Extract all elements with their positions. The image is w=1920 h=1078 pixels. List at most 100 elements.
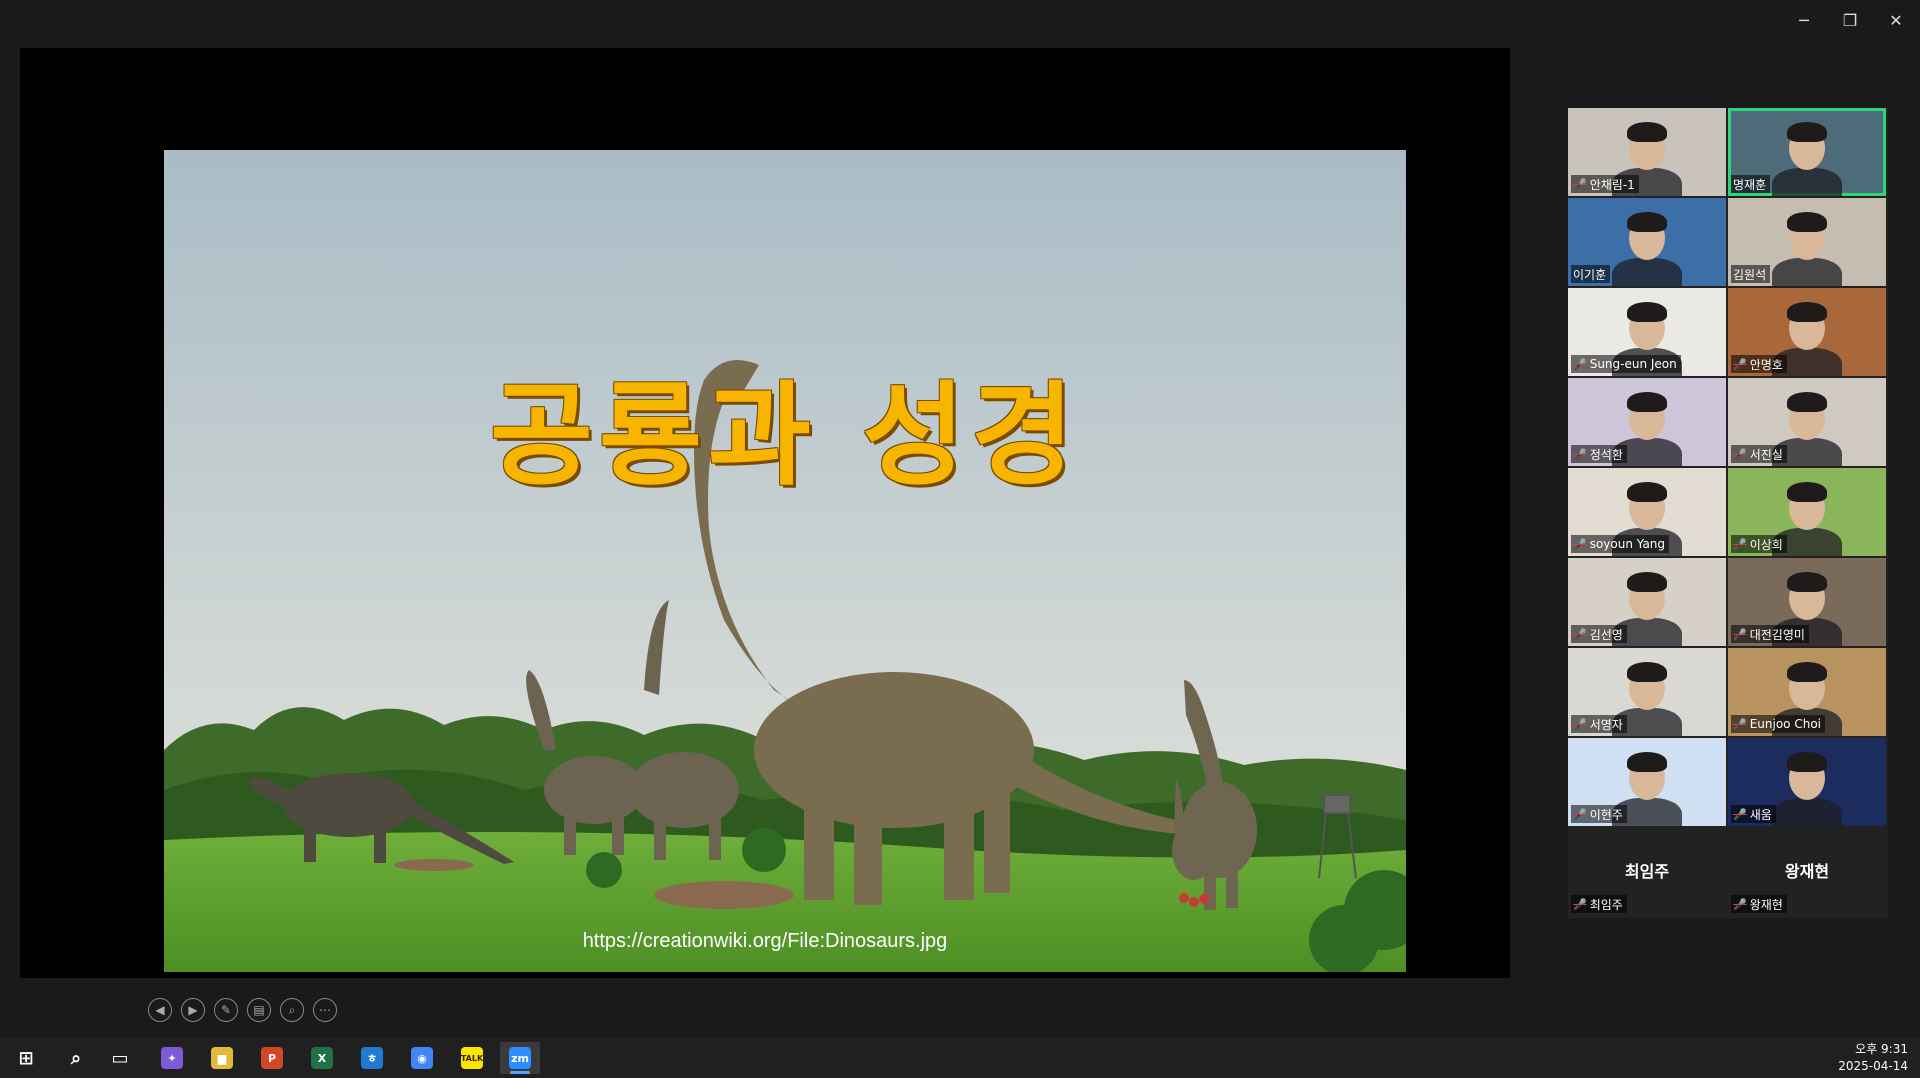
participant-name-label: 이기훈 [1571, 265, 1611, 283]
previous-slide-button[interactable]: ◀ [148, 998, 172, 1022]
participant-video-body [1772, 168, 1842, 196]
participant-name-label: 🎤 이현주 [1571, 805, 1627, 823]
participant-video-hair [1787, 482, 1827, 502]
pen-icon: ✎ [220, 1003, 232, 1017]
participant-tile[interactable]: 🎤 이현주 [1568, 738, 1726, 826]
muted-mic-icon: 🎤 [1733, 897, 1747, 911]
participant-tile[interactable]: 🎤 이상희 [1728, 468, 1886, 556]
ellipsis-icon: ⋯ [319, 1003, 331, 1017]
muted-mic-icon: 🎤 [1573, 447, 1587, 461]
muted-mic-icon: 🎤 [1573, 177, 1587, 191]
file-explorer-taskbar-button[interactable]: ▆ [202, 1042, 242, 1074]
participant-video-body [1772, 798, 1842, 826]
muted-mic-icon: 🎤 [1573, 807, 1587, 821]
task-view-taskbar-button[interactable]: ▭ [100, 1042, 140, 1074]
participant-name-label: 🎤 서영자 [1571, 715, 1627, 733]
participant-video-body [1772, 258, 1842, 286]
close-button[interactable]: ✕ [1876, 6, 1916, 34]
participant-name-label: 🎤 soyoun Yang [1571, 535, 1670, 553]
annotate-pen-button[interactable]: ✎ [214, 998, 238, 1022]
close-icon: ✕ [1889, 10, 1903, 30]
participant-video-hair [1627, 392, 1667, 412]
active-app-indicator [510, 1071, 530, 1074]
restore-button[interactable]: ❐ [1830, 6, 1870, 34]
slide-overview-button[interactable]: ▤ [247, 998, 271, 1022]
powerpoint-taskbar-button[interactable]: P [252, 1042, 292, 1074]
chrome-icon: ◉ [411, 1047, 433, 1069]
muted-mic-icon: 🎤 [1733, 717, 1747, 731]
participant-name: 이상희 [1749, 537, 1783, 552]
participant-video-hair [1787, 392, 1827, 412]
start-taskbar-button[interactable]: ⊞ [6, 1042, 46, 1074]
participant-display-name: 왕재현 [1784, 862, 1830, 881]
participant-tile[interactable]: 🎤 대전김영미 [1728, 558, 1886, 646]
windows-taskbar: 오후 9:31 2025-04-14 ⊞ ⌕ ▭ ✦ ▆ P X ㅎ ◉ TALK zm [0, 1038, 1920, 1078]
participant-tile[interactable]: 🎤 안명호 [1728, 288, 1886, 376]
participant-tile[interactable]: 🎤 soyoun Yang [1568, 468, 1726, 556]
participant-video-hair [1787, 662, 1827, 682]
muted-mic-icon: 🎤 [1733, 447, 1747, 461]
dinosaur-park-photo [164, 150, 1406, 972]
participant-gallery: 🎤 안채림-1 명재훈 이기훈 김원석 🎤 Sung-eun Jeon 🎤 안명호 🎤 정석환 🎤 서진… [1568, 108, 1888, 918]
participant-name: 왕재현 [1749, 897, 1783, 912]
slides-icon: ▤ [253, 1003, 265, 1017]
participant-name-label: 🎤 Sung-eun Jeon [1571, 355, 1681, 373]
participant-tile[interactable]: 🎤 Sung-eun Jeon [1568, 288, 1726, 376]
system-clock[interactable]: 오후 9:31 2025-04-14 [1838, 1041, 1908, 1075]
participant-tile[interactable]: 🎤 새움 [1728, 738, 1886, 826]
participant-tile[interactable]: 왕재현 🎤 왕재현 [1728, 828, 1886, 916]
participant-name-label: 🎤 이상희 [1731, 535, 1787, 553]
shared-screen: 공룡과 성경 https://creationwiki.org/File:Din… [20, 48, 1510, 1022]
presentation-slide: 공룡과 성경 [164, 150, 1406, 972]
participant-name-label: 🎤 김선영 [1571, 625, 1627, 643]
chrome-taskbar-button[interactable]: ◉ [402, 1042, 442, 1074]
magnifier-icon: ⌕ [288, 1002, 296, 1017]
clock-date: 2025-04-14 [1838, 1059, 1908, 1073]
participant-name-label: 🎤 대전김영미 [1731, 625, 1809, 643]
participant-name-label: 🎤 Eunjoo Choi [1731, 715, 1825, 733]
participant-name: 대전김영미 [1749, 627, 1805, 642]
copilot-taskbar-button[interactable]: ✦ [152, 1042, 192, 1074]
participant-name-label: 🎤 새움 [1731, 805, 1776, 823]
participant-tile[interactable]: 🎤 정석환 [1568, 378, 1726, 466]
zoom-button[interactable]: ⌕ [280, 998, 304, 1022]
participant-tile[interactable]: 이기훈 [1568, 198, 1726, 286]
muted-mic-icon: 🎤 [1573, 537, 1587, 551]
participant-display-name: 최임주 [1624, 862, 1670, 881]
participant-tile[interactable]: 명재훈 [1728, 108, 1886, 196]
muted-mic-icon: 🎤 [1573, 717, 1587, 731]
excel-icon: X [311, 1047, 333, 1069]
participant-name: 최임주 [1589, 897, 1623, 912]
minimize-button[interactable]: ─ [1784, 6, 1824, 34]
task-view-icon: ▭ [111, 1047, 129, 1069]
participant-name: Eunjoo Choi [1749, 717, 1821, 731]
participant-tile[interactable]: 🎤 김선영 [1568, 558, 1726, 646]
participant-video-hair [1787, 752, 1827, 772]
participant-name: 이기훈 [1573, 267, 1607, 282]
participant-tile[interactable]: 🎤 서영자 [1568, 648, 1726, 736]
clock-time: 오후 9:31 [1855, 1042, 1908, 1056]
search-taskbar-button[interactable]: ⌕ [56, 1042, 96, 1074]
participant-tile[interactable]: 최임주 🎤 최임주 [1568, 828, 1726, 916]
hancom-taskbar-button[interactable]: ㅎ [352, 1042, 392, 1074]
muted-mic-icon: 🎤 [1573, 627, 1587, 641]
participant-name-label: 🎤 왕재현 [1731, 895, 1787, 913]
participant-tile[interactable]: 🎤 Eunjoo Choi [1728, 648, 1886, 736]
kakaotalk-icon: TALK [461, 1047, 483, 1069]
zoom-taskbar-button[interactable]: zm [500, 1042, 540, 1074]
participant-tile[interactable]: 김원석 [1728, 198, 1886, 286]
participant-name-label: 🎤 서진실 [1731, 445, 1787, 463]
participant-tile[interactable]: 🎤 서진실 [1728, 378, 1886, 466]
more-options-button[interactable]: ⋯ [313, 998, 337, 1022]
window-titlebar: ─ ❐ ✕ [0, 0, 1920, 40]
muted-mic-icon: 🎤 [1733, 627, 1747, 641]
next-slide-button[interactable]: ▶ [181, 998, 205, 1022]
muted-mic-icon: 🎤 [1733, 807, 1747, 821]
participant-name: 정석환 [1589, 447, 1623, 462]
excel-taskbar-button[interactable]: X [302, 1042, 342, 1074]
participant-tile[interactable]: 🎤 안채림-1 [1568, 108, 1726, 196]
participant-video-hair [1787, 302, 1827, 322]
participant-name: 안명호 [1749, 357, 1783, 372]
kakaotalk-taskbar-button[interactable]: TALK [452, 1042, 492, 1074]
muted-mic-icon: 🎤 [1733, 357, 1747, 371]
